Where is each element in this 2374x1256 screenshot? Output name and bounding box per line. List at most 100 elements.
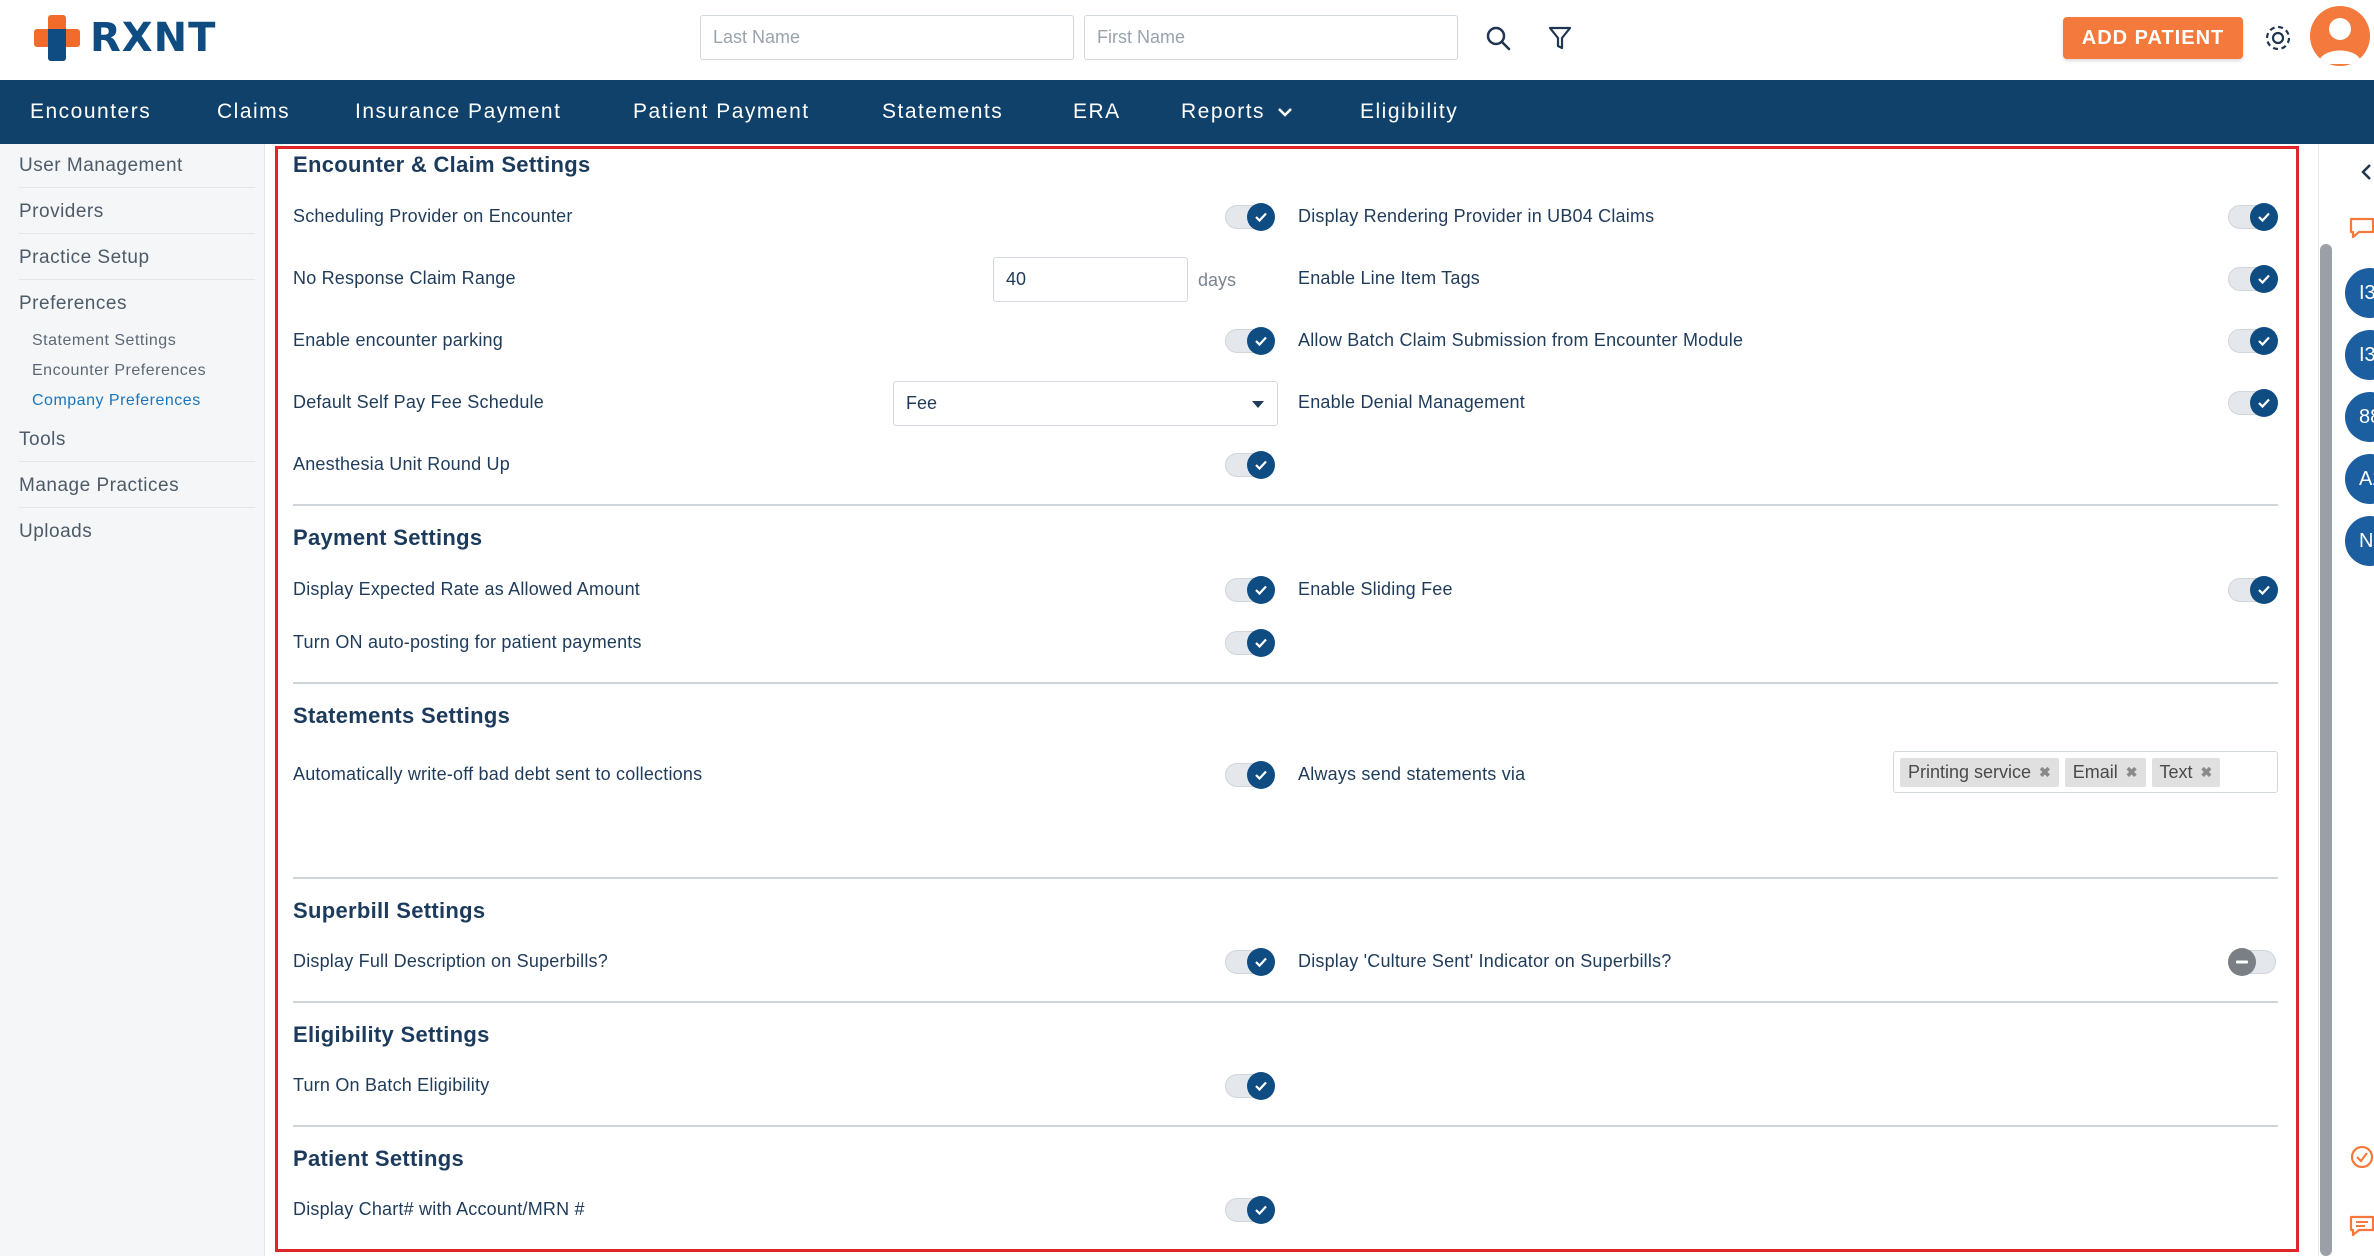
sliding-fee-label: Enable Sliding Fee: [1298, 579, 1453, 599]
batch-claim-label: Allow Batch Claim Submission from Encoun…: [1298, 330, 1744, 350]
remove-tag-icon[interactable]: ✖: [2039, 764, 2051, 781]
tag-email[interactable]: Email ✖: [2064, 757, 2146, 787]
caret-down-icon: [1251, 393, 1265, 414]
sidebar-item-preferences[interactable]: Preferences: [19, 282, 255, 326]
line-item-tags-label: Enable Line Item Tags: [1298, 268, 1480, 288]
chat-icon[interactable]: [2349, 216, 2374, 245]
culture-sent-toggle[interactable]: [2228, 948, 2278, 976]
nav-encounters[interactable]: Encounters: [30, 80, 151, 144]
nav-claims[interactable]: Claims: [217, 80, 290, 144]
first-name-input[interactable]: [1084, 15, 1458, 60]
gear-icon[interactable]: [2260, 20, 2296, 56]
superbill-section-title: Superbill Settings: [293, 898, 486, 923]
sidebar-subitem-encounter-preferences[interactable]: Encounter Preferences: [32, 362, 206, 380]
check-icon: [2250, 327, 2278, 355]
chevron-left-icon[interactable]: [2359, 162, 2373, 187]
auto-posting-toggle[interactable]: [1225, 629, 1275, 657]
fee-schedule-value: Fee: [906, 393, 938, 413]
denial-management-toggle[interactable]: [2228, 389, 2278, 417]
vertical-scrollbar[interactable]: [2320, 244, 2332, 1256]
culture-sent-label: Display 'Culture Sent' Indicator on Supe…: [1298, 951, 1672, 971]
check-icon: [2250, 265, 2278, 293]
line-item-tags-toggle[interactable]: [2228, 265, 2278, 293]
tag-text[interactable]: Text ✖: [2151, 757, 2221, 787]
section-divider: [293, 682, 2278, 684]
nav-statements[interactable]: Statements: [882, 80, 1003, 144]
auto-posting-label: Turn ON auto-posting for patient payment…: [293, 632, 642, 652]
check-icon: [2250, 576, 2278, 604]
checklist-icon[interactable]: [2349, 1144, 2374, 1175]
sidebar-item-providers[interactable]: Providers: [19, 190, 255, 234]
scheduling-provider-toggle[interactable]: [1225, 203, 1275, 231]
chart-number-toggle[interactable]: [1225, 1196, 1275, 1224]
section-divider: [293, 1125, 2278, 1127]
no-response-label: No Response Claim Range: [293, 268, 516, 288]
logo-cross-icon: [32, 13, 82, 63]
user-avatar[interactable]: [2310, 6, 2370, 66]
chevron-down-icon: [1277, 100, 1293, 124]
check-icon: [2250, 203, 2278, 231]
check-icon: [1247, 327, 1275, 355]
logo-text: RXNT: [90, 15, 217, 61]
scheduling-provider-label: Scheduling Provider on Encounter: [293, 206, 573, 226]
chart-number-label: Display Chart# with Account/MRN #: [293, 1199, 585, 1219]
sidebar-item-uploads[interactable]: Uploads: [19, 510, 255, 554]
days-unit: days: [1198, 270, 1237, 290]
check-icon: [1247, 576, 1275, 604]
send-via-multiselect[interactable]: Printing service ✖ Email ✖ Text ✖: [1893, 751, 2278, 793]
rxnt-logo[interactable]: RXNT: [32, 12, 216, 64]
sidebar-item-practice-setup[interactable]: Practice Setup: [19, 236, 255, 280]
batch-eligibility-label: Turn On Batch Eligibility: [293, 1075, 490, 1095]
full-description-label: Display Full Description on Superbills?: [293, 951, 608, 971]
patient-section-title: Patient Settings: [293, 1146, 465, 1171]
nav-reports[interactable]: Reports: [1181, 80, 1293, 144]
sliding-fee-toggle[interactable]: [2228, 576, 2278, 604]
left-sidebar: User Management Providers Practice Setup…: [0, 144, 265, 1256]
sidebar-item-manage-practices[interactable]: Manage Practices: [19, 464, 255, 508]
remove-tag-icon[interactable]: ✖: [2126, 764, 2138, 781]
sidebar-item-user-management[interactable]: User Management: [19, 144, 255, 188]
batch-eligibility-toggle[interactable]: [1225, 1072, 1275, 1100]
nav-era[interactable]: ERA: [1073, 80, 1121, 144]
batch-claim-toggle[interactable]: [2228, 327, 2278, 355]
expected-rate-toggle[interactable]: [1225, 576, 1275, 604]
check-icon: [1247, 203, 1275, 231]
encounter-parking-toggle[interactable]: [1225, 327, 1275, 355]
denial-management-label: Enable Denial Management: [1298, 392, 1525, 412]
last-name-input[interactable]: [700, 15, 1074, 60]
full-description-toggle[interactable]: [1225, 948, 1275, 976]
nav-insurance-payment[interactable]: Insurance Payment: [355, 80, 561, 144]
check-icon: [1247, 761, 1275, 789]
settings-panel: Encounter & Claim Settings Scheduling Pr…: [275, 146, 2299, 1252]
anesthesia-toggle[interactable]: [1225, 451, 1275, 479]
expected-rate-label: Display Expected Rate as Allowed Amount: [293, 579, 640, 599]
search-icon[interactable]: [1480, 20, 1516, 56]
always-send-label: Always send statements via: [1298, 764, 1526, 784]
check-icon: [2250, 389, 2278, 417]
no-response-input[interactable]: 40: [993, 257, 1188, 302]
tag-label: Email: [2072, 761, 2118, 782]
filter-icon[interactable]: [1542, 20, 1578, 56]
encounter-section-title: Encounter & Claim Settings: [293, 152, 591, 177]
display-rendering-label: Display Rendering Provider in UB04 Claim…: [1298, 206, 1655, 226]
sidebar-subitem-statement-settings[interactable]: Statement Settings: [32, 332, 176, 350]
tag-printing-service[interactable]: Printing service ✖: [1900, 757, 2059, 787]
fee-schedule-label: Default Self Pay Fee Schedule: [293, 392, 544, 412]
check-icon: [1247, 1196, 1275, 1224]
check-icon: [1247, 451, 1275, 479]
nav-reports-label: Reports: [1181, 100, 1266, 123]
nav-patient-payment[interactable]: Patient Payment: [633, 80, 810, 144]
check-icon: [1247, 948, 1275, 976]
tag-label: Text: [2159, 761, 2193, 782]
remove-tag-icon[interactable]: ✖: [2201, 764, 2213, 781]
message-icon[interactable]: [2349, 1214, 2374, 1243]
write-off-toggle[interactable]: [1225, 761, 1275, 789]
nav-eligibility[interactable]: Eligibility: [1360, 80, 1458, 144]
main-navbar: Encounters Claims Insurance Payment Pati…: [0, 80, 2374, 144]
sidebar-subitem-company-preferences[interactable]: Company Preferences: [32, 392, 201, 410]
eligibility-section-title: Eligibility Settings: [293, 1022, 490, 1047]
fee-schedule-select[interactable]: Fee: [893, 381, 1278, 426]
display-rendering-toggle[interactable]: [2228, 203, 2278, 231]
add-patient-button[interactable]: ADD PATIENT: [2063, 17, 2243, 59]
sidebar-item-tools[interactable]: Tools: [19, 418, 255, 462]
